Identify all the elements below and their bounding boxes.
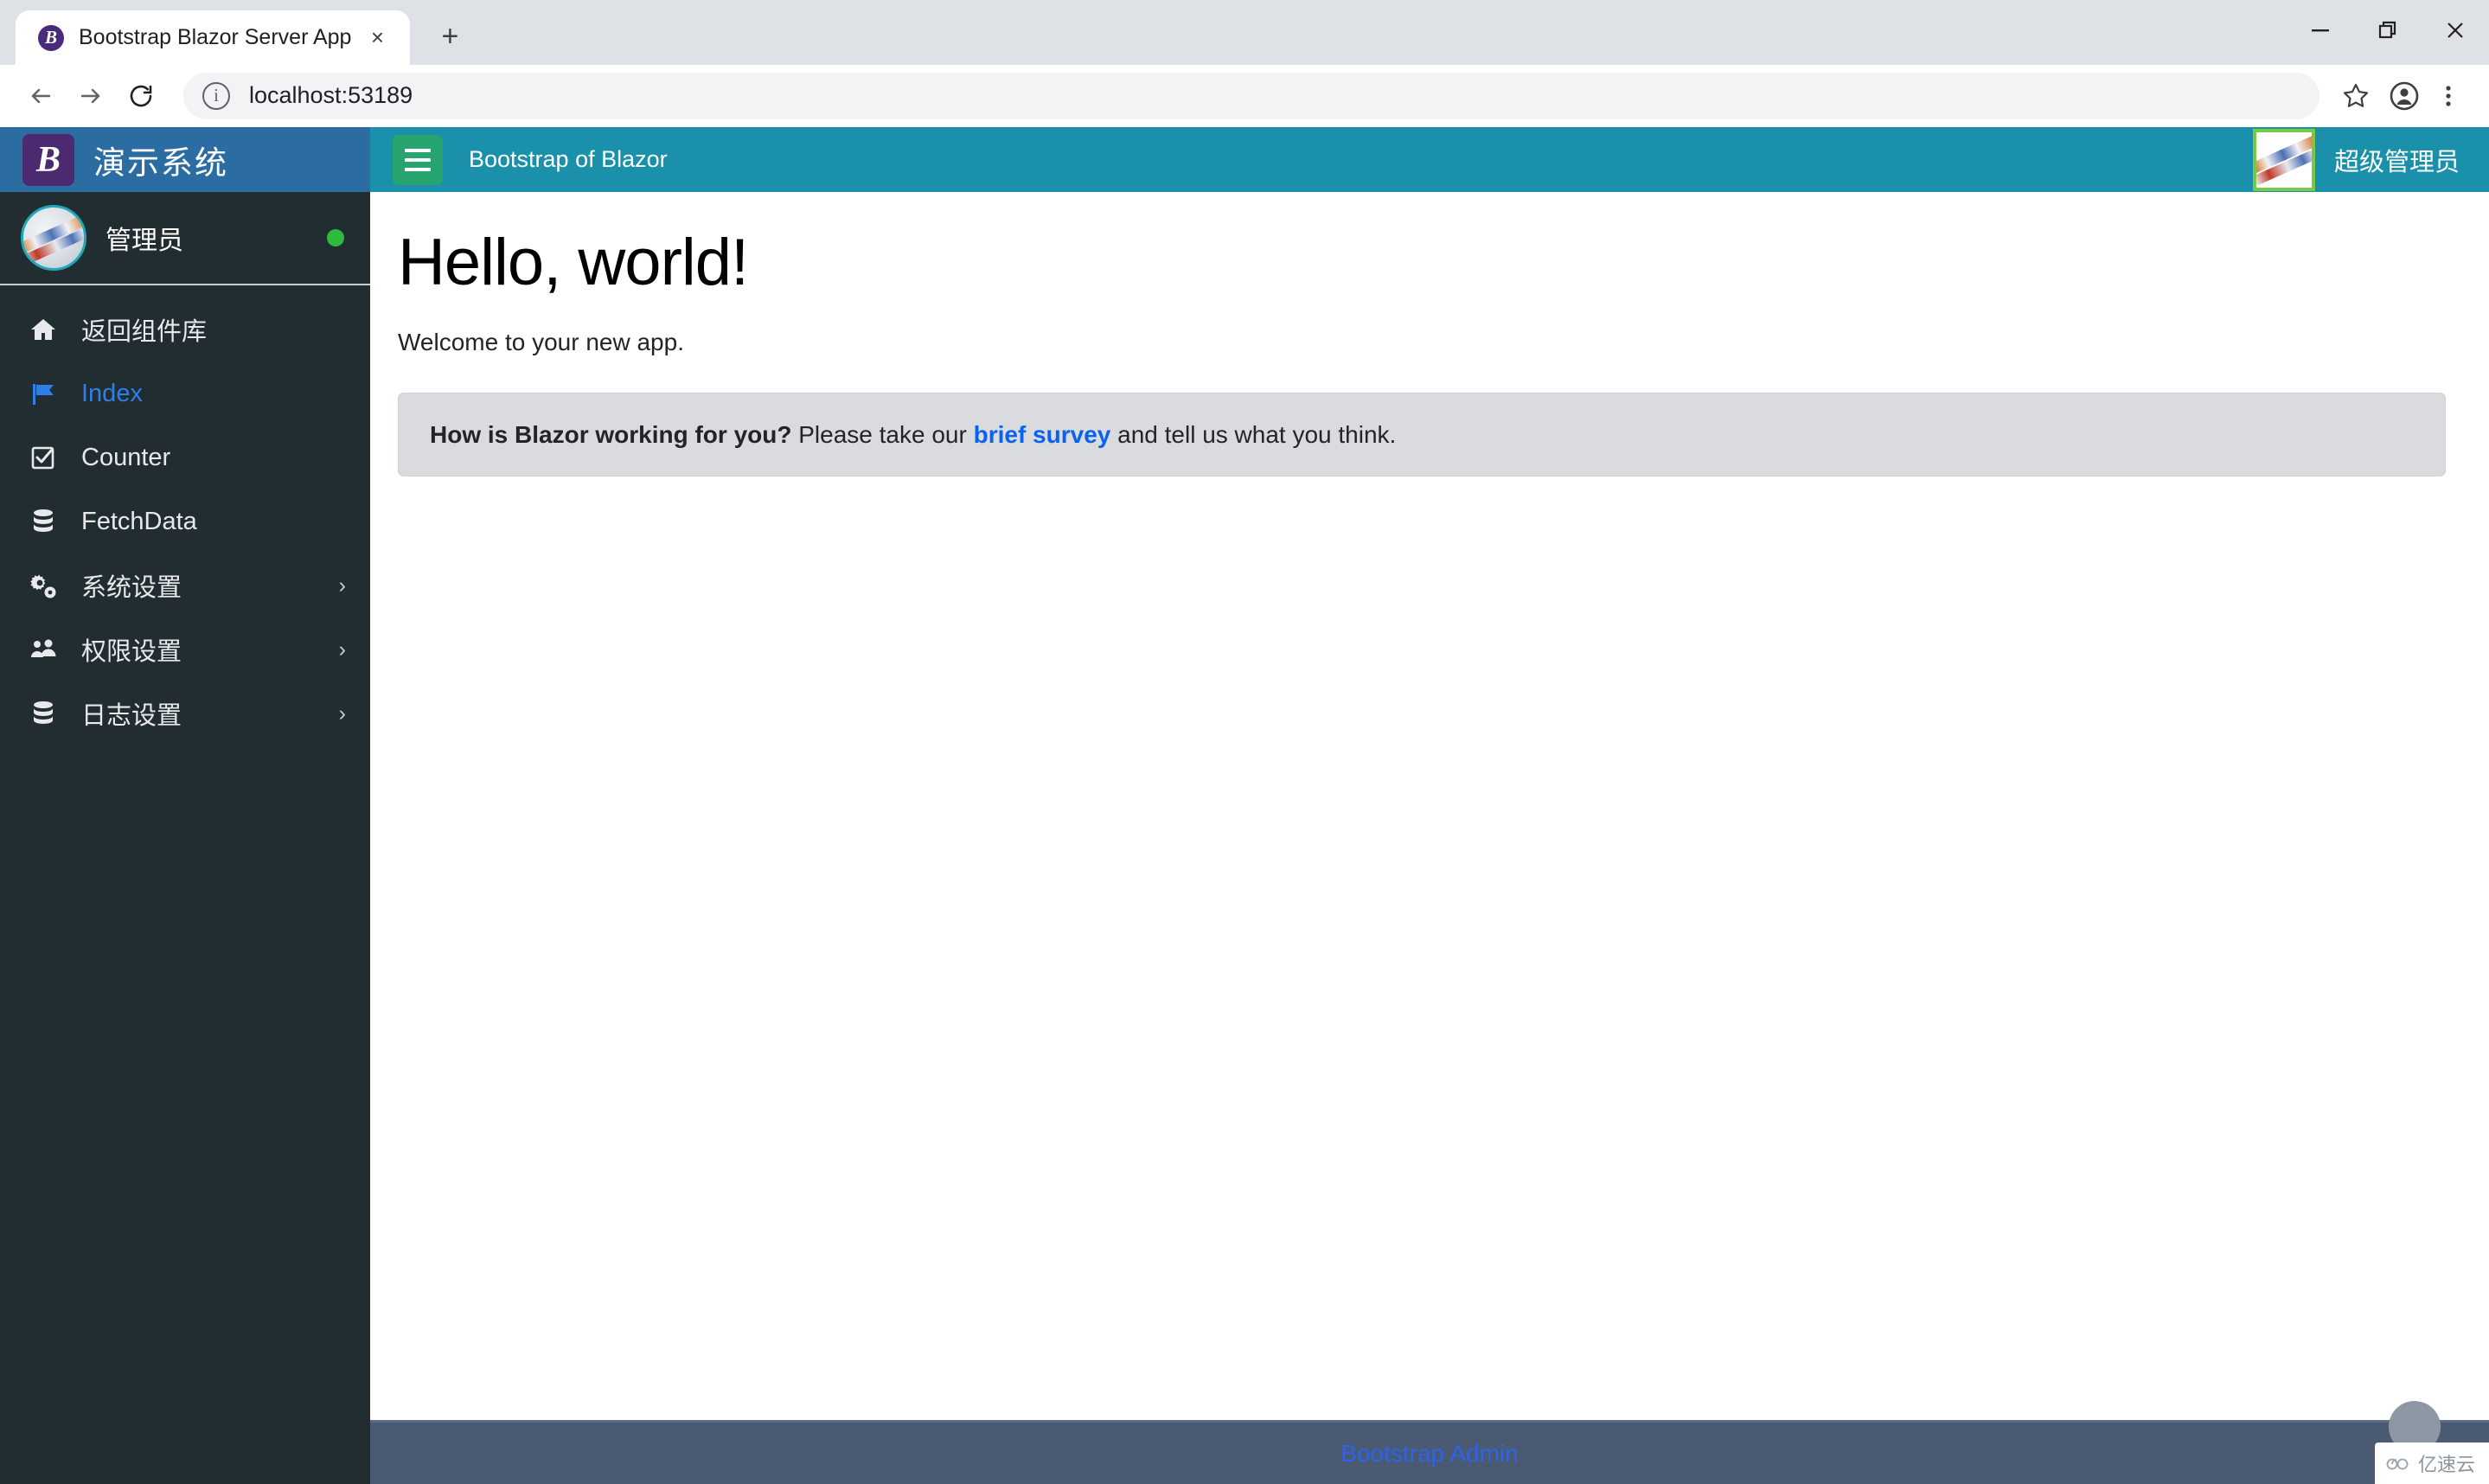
database-icon [29, 508, 66, 535]
content-column: Bootstrap of Blazor 超级管理员 Hello, world! … [370, 127, 2489, 1484]
close-icon[interactable]: × [362, 22, 393, 54]
sidebar-menu: 返回组件库 Index Counter FetchData 系统设置 › 权限设… [0, 285, 370, 745]
address-bar[interactable]: i localhost:53189 [183, 72, 2319, 119]
check-square-icon [29, 444, 66, 471]
profile-avatar-icon[interactable] [2380, 72, 2428, 120]
bootstrap-blazor-favicon-icon: B [38, 24, 64, 51]
survey-alert: How is Blazor working for you? Please ta… [398, 392, 2446, 477]
avatar [2252, 128, 2315, 191]
sidebar-item-counter[interactable]: Counter [0, 425, 370, 489]
sidebar-item-label: FetchData [81, 507, 197, 535]
page-subtext: Welcome to your new app. [398, 328, 684, 355]
cloud-logo-icon [2385, 1455, 2411, 1472]
sidebar-item-index[interactable]: Index [0, 361, 370, 425]
sidebar-item-permission-settings[interactable]: 权限设置 › [0, 617, 370, 681]
minimize-icon[interactable] [2287, 0, 2354, 61]
sidebar: B 演示系统 管理员 返回组件库 Index Counter FetchData… [0, 127, 370, 1484]
sidebar-item-label: 日志设置 [81, 702, 182, 730]
page-viewport: B 演示系统 管理员 返回组件库 Index Counter FetchData… [0, 127, 2489, 1484]
sidebar-item-system-settings[interactable]: 系统设置 › [0, 553, 370, 617]
back-arrow-icon[interactable] [16, 71, 66, 121]
sidebar-item-label: 权限设置 [81, 638, 182, 666]
survey-alert-text-before: Please take our [791, 420, 974, 448]
navbar-user-name: 超级管理员 [2333, 148, 2460, 176]
sidebar-item-label: 返回组件库 [81, 318, 208, 346]
browser-window: B Bootstrap Blazor Server App × + i loca… [0, 0, 2489, 1484]
navbar-user[interactable]: 超级管理员 [2252, 128, 2460, 191]
tab-strip: B Bootstrap Blazor Server App × + [0, 0, 474, 65]
main-content: Hello, world! Welcome to your new app. H… [370, 192, 2489, 1420]
reload-icon[interactable] [116, 71, 166, 121]
page-heading: Hello, world! [398, 226, 749, 299]
restore-icon[interactable] [2354, 0, 2422, 61]
browser-tab[interactable]: B Bootstrap Blazor Server App × [16, 10, 411, 65]
footer-link[interactable]: Bootstrap Admin [1340, 1440, 1518, 1468]
avatar [21, 205, 86, 271]
three-dot-menu-icon[interactable] [2428, 72, 2468, 120]
sidebar-item-fetchdata[interactable]: FetchData [0, 489, 370, 553]
sidebar-item-label: Counter [81, 443, 171, 471]
star-icon[interactable] [2332, 72, 2380, 120]
sidebar-item-label: Index [81, 379, 143, 407]
page-footer: Bootstrap Admin [370, 1420, 2489, 1484]
sidebar-user-name: 管理员 [106, 227, 183, 255]
database-icon [29, 700, 66, 727]
status-badge [327, 229, 344, 246]
gears-icon [29, 572, 66, 599]
sidebar-item-return-to-library[interactable]: 返回组件库 [0, 297, 370, 361]
close-window-icon[interactable] [2422, 0, 2489, 61]
watermark: 亿速云 [2374, 1442, 2489, 1484]
survey-alert-strong: How is Blazor working for you? [430, 420, 792, 448]
brief-survey-link[interactable]: brief survey [974, 421, 1111, 448]
forward-arrow-icon[interactable] [66, 71, 116, 121]
chevron-right-icon: › [338, 572, 346, 598]
new-tab-button[interactable]: + [425, 12, 474, 61]
browser-toolbar: i localhost:53189 [0, 65, 2489, 127]
sidebar-brand[interactable]: B 演示系统 [0, 127, 370, 192]
browser-titlebar: B Bootstrap Blazor Server App × + [0, 0, 2489, 65]
bootstrap-blazor-logo-icon: B [22, 133, 74, 186]
watermark-text: 亿速云 [2417, 1454, 2475, 1475]
page-title: Bootstrap of Blazor [469, 146, 668, 172]
url-text: localhost:53189 [249, 82, 413, 108]
chevron-right-icon: › [338, 700, 346, 726]
top-navbar: Bootstrap of Blazor 超级管理员 [370, 127, 2489, 192]
chevron-right-icon: › [338, 636, 346, 662]
sidebar-item-label: 系统设置 [81, 574, 182, 602]
window-controls [2287, 0, 2489, 61]
users-icon [29, 636, 66, 663]
sidebar-user-panel[interactable]: 管理员 [0, 192, 370, 285]
info-icon[interactable]: i [202, 81, 230, 110]
hamburger-icon[interactable] [393, 134, 443, 185]
tab-title: Bootstrap Blazor Server App [79, 25, 352, 49]
sidebar-brand-title: 演示系统 [93, 144, 228, 181]
survey-alert-text-after: and tell us what you think. [1110, 420, 1397, 448]
home-icon [29, 316, 66, 343]
sidebar-item-log-settings[interactable]: 日志设置 › [0, 681, 370, 745]
flag-icon [29, 380, 66, 407]
